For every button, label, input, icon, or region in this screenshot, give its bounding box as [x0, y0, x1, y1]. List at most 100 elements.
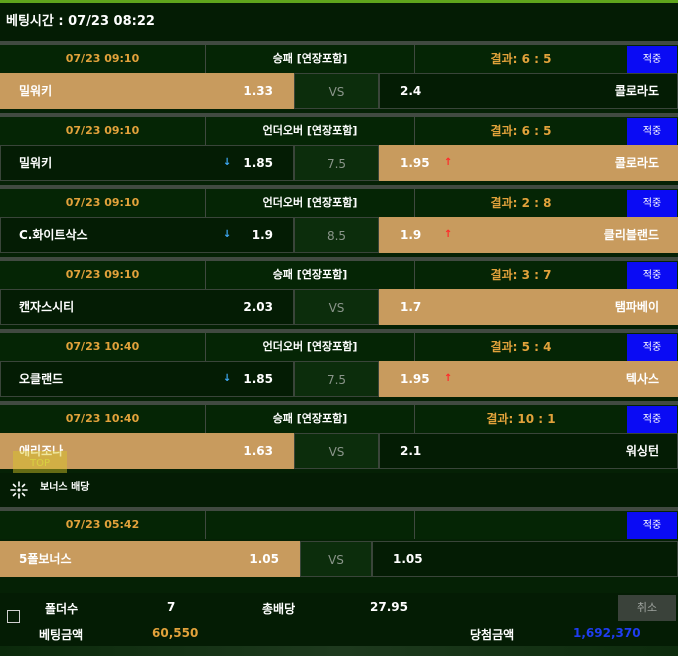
bonus-game-header: 07/23 05:42 적중	[0, 511, 678, 539]
vs-label: VS	[300, 541, 372, 577]
game-time: 07/23 09:10	[65, 124, 140, 137]
sparkle-icon	[10, 481, 28, 499]
bonus-odds-label: 보너스 배당	[40, 482, 90, 493]
team-name: 밀워키	[19, 84, 53, 98]
odds-value: 1.05	[249, 552, 279, 566]
odds-value: 1.85	[243, 372, 273, 386]
team-name: 텍사스	[625, 372, 659, 386]
line-value: 8.5	[294, 217, 379, 253]
game-time: 07/23 09:10	[65, 268, 140, 281]
bet-time-label: 베팅시간 : 07/23 08:22	[6, 14, 155, 29]
game-time: 07/23 09:10	[65, 196, 140, 209]
market-name: 언더오버 [연장포함]	[205, 333, 415, 361]
game-row: 밀워키 ↓ 1.85 7.5 1.95 ↑ 콜로라도	[0, 145, 678, 181]
away-option[interactable]: 1.9 ↑ 클리블랜드	[379, 217, 678, 253]
team-name: 워싱턴	[625, 444, 659, 458]
bet-amount-value: 60,550	[152, 626, 199, 640]
arrow-up-icon: ↑	[444, 373, 453, 384]
game-header: 07/23 10:40 언더오버 [연장포함] 결과: 5 : 4 적중	[0, 333, 678, 361]
away-option[interactable]: 2.1 워싱턴	[379, 433, 678, 469]
folder-count-label: 폴더수	[45, 602, 79, 616]
team-name: 콜로라도	[614, 84, 659, 98]
away-option[interactable]: 1.95 ↑ 콜로라도	[379, 145, 678, 181]
win-amount-label: 당첨금액	[470, 628, 515, 642]
spacer	[0, 579, 678, 593]
odds-value: 1.95	[400, 156, 430, 170]
team-name: 콜로라도	[614, 156, 659, 170]
game-result: 결과: 10 : 1	[486, 412, 556, 426]
confirm-badge: 적중	[627, 118, 677, 145]
confirm-badge: 적중	[627, 334, 677, 361]
home-option[interactable]: C.화이트삭스 ↓ 1.9	[0, 217, 294, 253]
select-all-checkbox[interactable]	[7, 610, 20, 623]
game-row: C.화이트삭스 ↓ 1.9 8.5 1.9 ↑ 클리블랜드	[0, 217, 678, 253]
confirm-badge: 적중	[627, 406, 677, 433]
total-odds-value: 27.95	[370, 600, 408, 614]
team-name: 오클랜드	[19, 372, 64, 386]
away-option[interactable]: 1.7 탬파베이	[379, 289, 678, 325]
cancel-button[interactable]: 취소	[618, 595, 676, 621]
home-option[interactable]: 밀워키 ↓ 1.85	[0, 145, 294, 181]
arrow-down-icon: ↓	[223, 157, 232, 168]
odds-value: 2.03	[243, 300, 273, 314]
bonus-home-option[interactable]: 5폴보너스 1.05	[0, 541, 300, 577]
game-result: 결과: 6 : 5	[490, 52, 552, 66]
odds-value: 1.05	[393, 552, 423, 566]
market-name: 언더오버 [연장포함]	[205, 189, 415, 217]
line-value: VS	[294, 433, 379, 469]
market-name: 언더오버 [연장포함]	[205, 117, 415, 145]
win-amount-value: 1,692,370	[573, 626, 641, 640]
odds-value: 2.4	[400, 84, 422, 98]
odds-value: 1.7	[400, 300, 422, 314]
team-name: 캔자스시티	[19, 300, 75, 314]
confirm-badge: 적중	[627, 190, 677, 217]
game-time: 07/23 10:40	[65, 412, 140, 425]
game-result: 결과: 5 : 4	[490, 340, 552, 354]
folder-count-value: 7	[167, 600, 176, 614]
game-result: 결과: 2 : 8	[490, 196, 552, 210]
away-option[interactable]: 1.95 ↑ 텍사스	[379, 361, 678, 397]
odds-value: 1.9	[400, 228, 422, 242]
game-time: 07/23 10:40	[65, 340, 140, 353]
odds-value: 1.33	[243, 84, 273, 98]
home-option[interactable]: 오클랜드 ↓ 1.85	[0, 361, 294, 397]
game-row: 밀워키 1.33 VS 2.4 콜로라도	[0, 73, 678, 109]
game-row: 애리조나 1.63 VS 2.1 워싱턴	[0, 433, 678, 469]
home-option[interactable]: 밀워키 1.33	[0, 73, 294, 109]
bonus-odds-row: 보너스 배당	[0, 473, 678, 507]
away-option[interactable]: 2.4 콜로라도	[379, 73, 678, 109]
game-header: 07/23 10:40 승패 [연장포함] 결과: 10 : 1 적중	[0, 405, 678, 433]
line-value: VS	[294, 73, 379, 109]
market-name: 승패 [연장포함]	[205, 261, 415, 289]
market-name: 승패 [연장포함]	[205, 45, 415, 73]
team-name: 밀워키	[19, 156, 53, 170]
odds-value: 2.1	[400, 444, 422, 458]
arrow-down-icon: ↓	[223, 229, 232, 240]
bet-time-header: 베팅시간 : 07/23 08:22	[0, 3, 678, 41]
odds-value: 1.85	[243, 156, 273, 170]
team-name: C.화이트삭스	[19, 228, 88, 242]
game-header: 07/23 09:10 승패 [연장포함] 결과: 3 : 7 적중	[0, 261, 678, 289]
game-header: 07/23 09:10 언더오버 [연장포함] 결과: 2 : 8 적중	[0, 189, 678, 217]
home-option[interactable]: 캔자스시티 2.03	[0, 289, 294, 325]
bonus-game-row: 5폴보너스 1.05 VS 1.05	[0, 541, 678, 577]
game-result	[415, 511, 627, 539]
arrow-up-icon: ↑	[444, 157, 453, 168]
arrow-down-icon: ↓	[223, 373, 232, 384]
market-name: 승패 [연장포함]	[205, 405, 415, 433]
game-header: 07/23 09:10 승패 [연장포함] 결과: 6 : 5 적중	[0, 45, 678, 73]
team-name: 탬파베이	[614, 300, 659, 314]
line-value: 7.5	[294, 145, 379, 181]
odds-value: 1.9	[251, 228, 273, 242]
bonus-away-option[interactable]: 1.05	[372, 541, 678, 577]
confirm-badge: 적중	[627, 262, 677, 289]
bottom-strip	[0, 646, 678, 656]
line-value: VS	[294, 289, 379, 325]
team-name: 클리블랜드	[603, 228, 659, 242]
team-name: 5폴보너스	[19, 552, 72, 566]
game-time: 07/23 05:42	[65, 518, 140, 531]
game-time: 07/23 09:10	[65, 52, 140, 65]
game-row: 오클랜드 ↓ 1.85 7.5 1.95 ↑ 텍사스	[0, 361, 678, 397]
line-value: 7.5	[294, 361, 379, 397]
market-name	[205, 511, 415, 539]
